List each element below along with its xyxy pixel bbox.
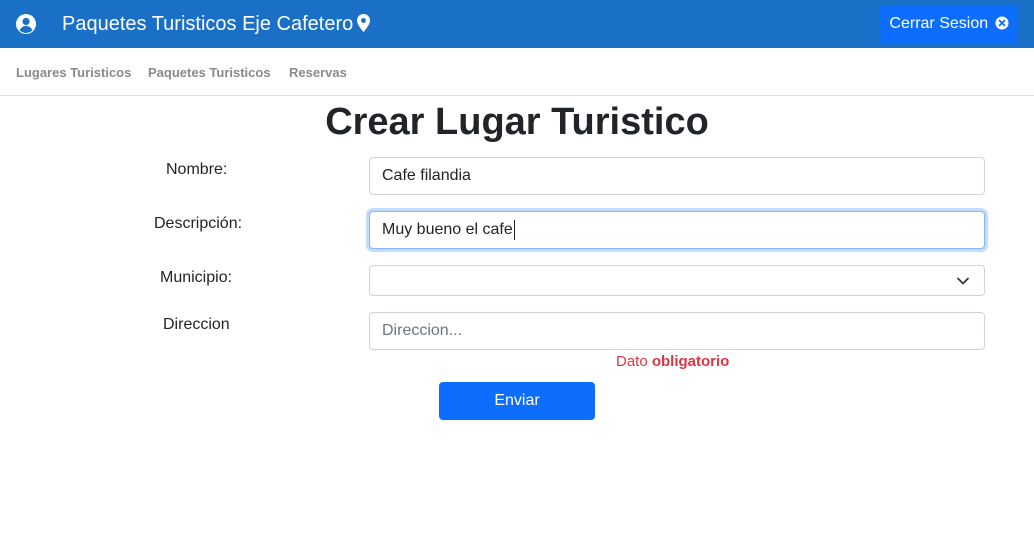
nav-paquetes-turisticos[interactable]: Paquetes Turisticos xyxy=(148,65,271,80)
text-cursor xyxy=(513,220,515,240)
descripcion-label: Descripción: xyxy=(154,215,243,232)
nav-lugares-turisticos[interactable]: Lugares Turisticos xyxy=(16,65,131,80)
chevron-down-icon xyxy=(957,277,969,285)
secondary-nav: Lugares Turisticos Paquetes Turisticos R… xyxy=(0,48,1034,96)
submit-button[interactable]: Enviar xyxy=(439,382,595,420)
nav-reservas[interactable]: Reservas xyxy=(289,65,347,80)
error-prefix: Dato xyxy=(616,353,648,370)
logout-button[interactable]: Cerrar Sesion xyxy=(880,5,1018,43)
brand-text: Paquetes Turisticos Eje Cafetero xyxy=(62,13,354,35)
nombre-input[interactable]: Cafe filandia xyxy=(369,157,985,195)
municipio-select[interactable] xyxy=(369,265,985,296)
validation-error: Dato obligatorio xyxy=(616,353,729,370)
page-title: Crear Lugar Turistico xyxy=(325,101,709,143)
user-circle-icon[interactable] xyxy=(15,13,37,35)
municipio-label: Municipio: xyxy=(160,269,233,286)
top-navbar: Paquetes Turisticos Eje Cafetero Cerrar … xyxy=(0,0,1034,48)
nombre-value: Cafe filandia xyxy=(382,167,471,184)
logout-label: Cerrar Sesion xyxy=(889,15,989,32)
map-pin-icon xyxy=(357,14,371,32)
descripcion-value: Muy bueno el cafe xyxy=(382,221,513,238)
nombre-label: Nombre: xyxy=(166,161,228,178)
error-strong: obligatorio xyxy=(651,353,730,370)
brand-title[interactable]: Paquetes Turisticos Eje Cafetero xyxy=(62,12,371,36)
descripcion-input[interactable]: Muy bueno el cafe xyxy=(369,211,985,249)
direccion-label: Direccion xyxy=(163,316,230,333)
direccion-placeholder: Direccion... xyxy=(382,322,463,339)
close-circle-icon xyxy=(995,16,1009,30)
direccion-input[interactable]: Direccion... xyxy=(369,312,985,350)
